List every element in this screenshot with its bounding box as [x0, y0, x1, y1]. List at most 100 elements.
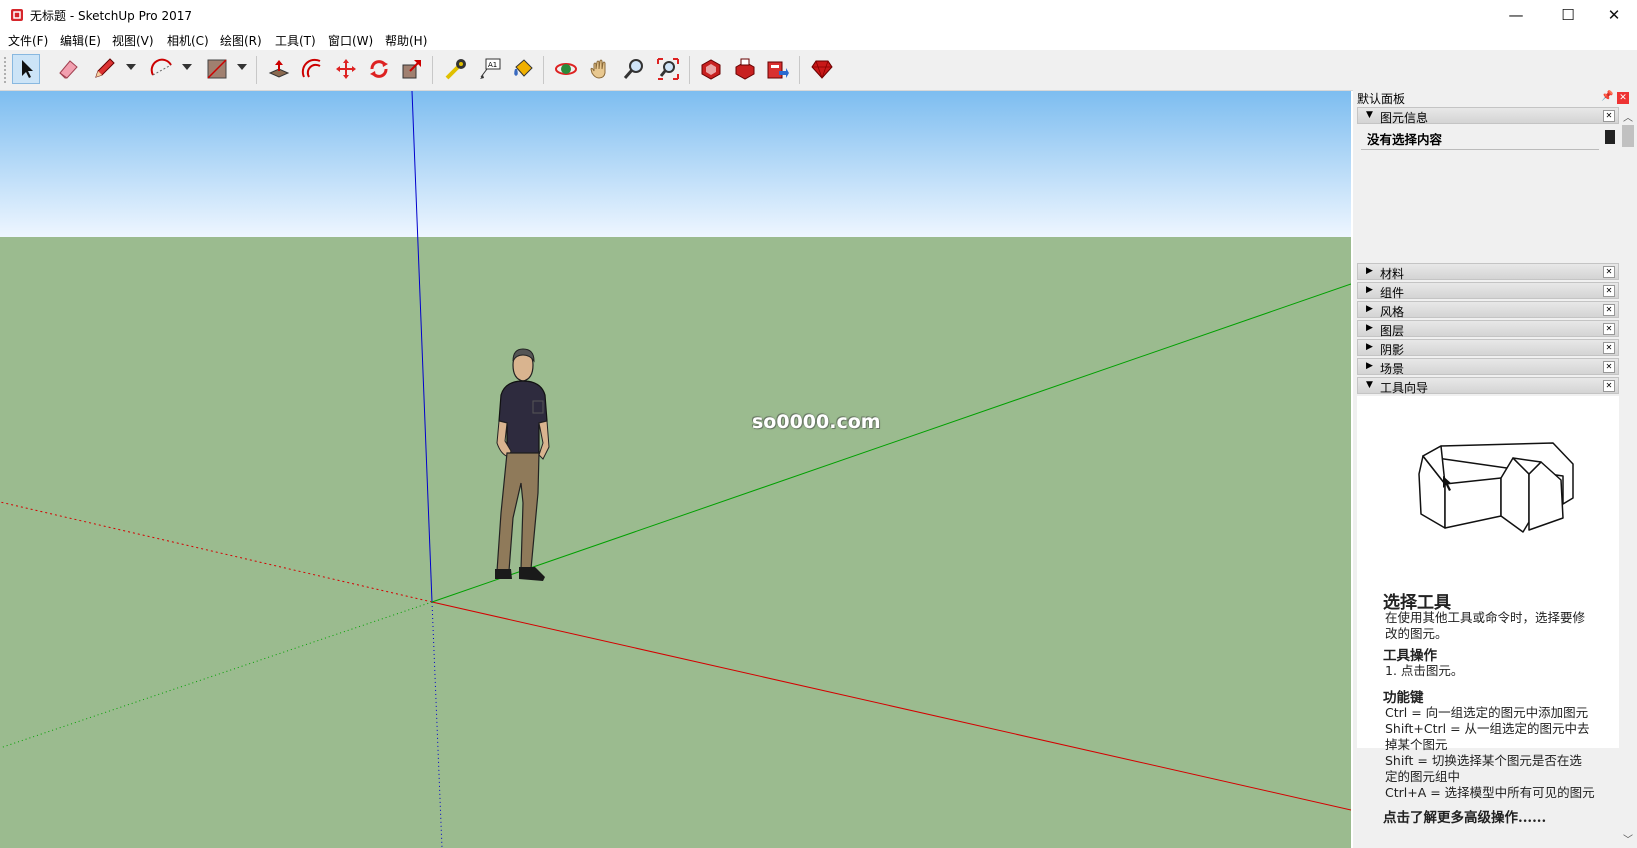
- scale-tool-button[interactable]: [398, 54, 426, 84]
- pin-icon[interactable]: 📌: [1601, 91, 1613, 102]
- offset-tool-button[interactable]: [298, 54, 326, 84]
- model-axes: [0, 91, 1351, 848]
- menu-view[interactable]: 视图(V): [112, 32, 154, 49]
- eraser-icon: [59, 60, 78, 79]
- paint-bucket-tool-button[interactable]: [509, 54, 537, 84]
- rectangle-tool-button[interactable]: [203, 54, 231, 84]
- scroll-up-icon[interactable]: ︿: [1623, 109, 1633, 124]
- panel-header-layers[interactable]: ▶ 图层 ✕: [1357, 320, 1619, 338]
- select-tool-button[interactable]: [12, 54, 40, 84]
- panel-header-entity-info[interactable]: ▼ 图元信息 ✕: [1357, 107, 1619, 125]
- toolbar-separator: [543, 56, 544, 84]
- pencil-tool-button[interactable]: [90, 54, 118, 84]
- toolbar-grip[interactable]: [3, 56, 7, 84]
- panel-close-icon[interactable]: ✕: [1603, 266, 1615, 278]
- red-axis-negative: [0, 501, 433, 603]
- menu-window[interactable]: 窗口(W): [328, 32, 373, 49]
- scale-icon: [402, 60, 421, 79]
- tape-measure-tool-button[interactable]: [442, 54, 470, 84]
- send-to-layout-button[interactable]: [764, 54, 792, 84]
- collapsed-triangle-icon: ▶: [1366, 342, 1373, 352]
- menu-draw[interactable]: 绘图(R): [220, 32, 262, 49]
- text-tool-button[interactable]: A1: [476, 54, 504, 84]
- pencil-dropdown-arrow[interactable]: [126, 64, 136, 70]
- green-axis-negative: [0, 601, 433, 749]
- panel-header-components[interactable]: ▶ 组件 ✕: [1357, 282, 1619, 300]
- panel-close-icon[interactable]: ✕: [1603, 110, 1615, 122]
- panel-label: 工具向导: [1380, 381, 1429, 395]
- pan-hand-icon: [590, 59, 606, 79]
- zoom-tool-button[interactable]: [620, 54, 648, 84]
- panel-close-icon[interactable]: ✕: [1603, 304, 1615, 316]
- move-tool-button[interactable]: [332, 54, 360, 84]
- text-label-icon: A1: [480, 58, 501, 79]
- orbit-icon: [555, 63, 577, 75]
- green-axis-positive: [431, 283, 1351, 603]
- minimize-button[interactable]: —: [1493, 0, 1539, 30]
- panel-close-icon[interactable]: ✕: [1603, 361, 1615, 373]
- panel-label: 图层: [1380, 324, 1405, 338]
- tape-measure-icon: [445, 59, 466, 80]
- arc-dropdown-arrow[interactable]: [182, 64, 192, 70]
- panel-label: 风格: [1380, 305, 1405, 319]
- extension-warehouse-button[interactable]: [731, 54, 759, 84]
- collapsed-triangle-icon: ▶: [1366, 361, 1373, 371]
- collapsed-triangle-icon: ▶: [1366, 304, 1373, 314]
- maximize-button[interactable]: ☐: [1545, 0, 1591, 30]
- instructor-body: 选择工具 在使用其他工具或命令时，选择要修改的图元。 工具操作 1. 点击图元。…: [1357, 396, 1619, 826]
- panel-label: 材料: [1380, 267, 1405, 281]
- toolbar-separator: [432, 56, 433, 84]
- panel-header-instructor[interactable]: ▼ 工具向导 ✕: [1357, 377, 1619, 395]
- panel-close-icon[interactable]: ✕: [1603, 342, 1615, 354]
- panel-label: 组件: [1380, 286, 1405, 300]
- panel-label: 场景: [1380, 362, 1405, 376]
- scroll-down-icon[interactable]: ﹀: [1623, 831, 1633, 846]
- tray-title: 默认面板: [1357, 92, 1406, 106]
- panel-header-styles[interactable]: ▶ 风格 ✕: [1357, 301, 1619, 319]
- zoom-magnifier-icon: [623, 59, 643, 79]
- push-pull-tool-button[interactable]: [265, 54, 293, 84]
- tray-scrollbar[interactable]: ︿ ﹀: [1620, 107, 1637, 848]
- divider: [1361, 149, 1599, 150]
- red-axis-positive: [431, 601, 1351, 811]
- 3d-warehouse-button[interactable]: [697, 54, 725, 84]
- panel-header-scenes[interactable]: ▶ 场景 ✕: [1357, 358, 1619, 376]
- arc-icon: [150, 58, 172, 76]
- collapsed-triangle-icon: ▶: [1366, 285, 1373, 295]
- panel-header-materials[interactable]: ▶ 材料 ✕: [1357, 263, 1619, 281]
- scroll-thumb[interactable]: [1622, 125, 1634, 147]
- close-button[interactable]: ✕: [1591, 0, 1637, 30]
- orbit-tool-button[interactable]: [552, 54, 580, 84]
- rotate-tool-button[interactable]: [365, 54, 393, 84]
- rectangle-icon: [207, 59, 227, 79]
- tray-close-icon[interactable]: ✕: [1617, 92, 1629, 104]
- drawing-viewport[interactable]: so0000.com: [0, 91, 1351, 848]
- menu-tools[interactable]: 工具(T): [275, 32, 316, 49]
- menu-camera[interactable]: 相机(C): [167, 32, 209, 49]
- toggle-details-icon[interactable]: [1605, 130, 1615, 144]
- menu-edit[interactable]: 编辑(E): [60, 32, 101, 49]
- send-to-layout-icon: [767, 61, 789, 79]
- pan-tool-button[interactable]: [586, 54, 614, 84]
- svg-text:A1: A1: [488, 61, 497, 69]
- select-arrow-icon: [22, 60, 33, 78]
- ruby-console-button[interactable]: [808, 54, 836, 84]
- house-illustration: [1418, 442, 1574, 533]
- arc-tool-button[interactable]: [148, 54, 176, 84]
- sketchup-app-icon: [11, 9, 23, 21]
- panel-close-icon[interactable]: ✕: [1603, 285, 1615, 297]
- rectangle-dropdown-arrow[interactable]: [237, 64, 247, 70]
- expanded-triangle-icon: ▼: [1366, 110, 1373, 120]
- collapsed-triangle-icon: ▶: [1366, 323, 1373, 333]
- panel-close-icon[interactable]: ✕: [1603, 323, 1615, 335]
- menu-file[interactable]: 文件(F): [8, 32, 48, 49]
- eraser-tool-button[interactable]: [54, 54, 82, 84]
- menu-help[interactable]: 帮助(H): [385, 32, 427, 49]
- scale-figure-person: [495, 348, 550, 581]
- panel-close-icon[interactable]: ✕: [1603, 380, 1615, 392]
- zoom-extents-tool-button[interactable]: [654, 54, 682, 84]
- panel-header-shadows[interactable]: ▶ 阴影 ✕: [1357, 339, 1619, 357]
- advanced-operations-link[interactable]: 点击了解更多高级操作......: [1383, 806, 1546, 826]
- 3d-warehouse-icon: [701, 59, 721, 80]
- toolbar-separator: [799, 56, 800, 84]
